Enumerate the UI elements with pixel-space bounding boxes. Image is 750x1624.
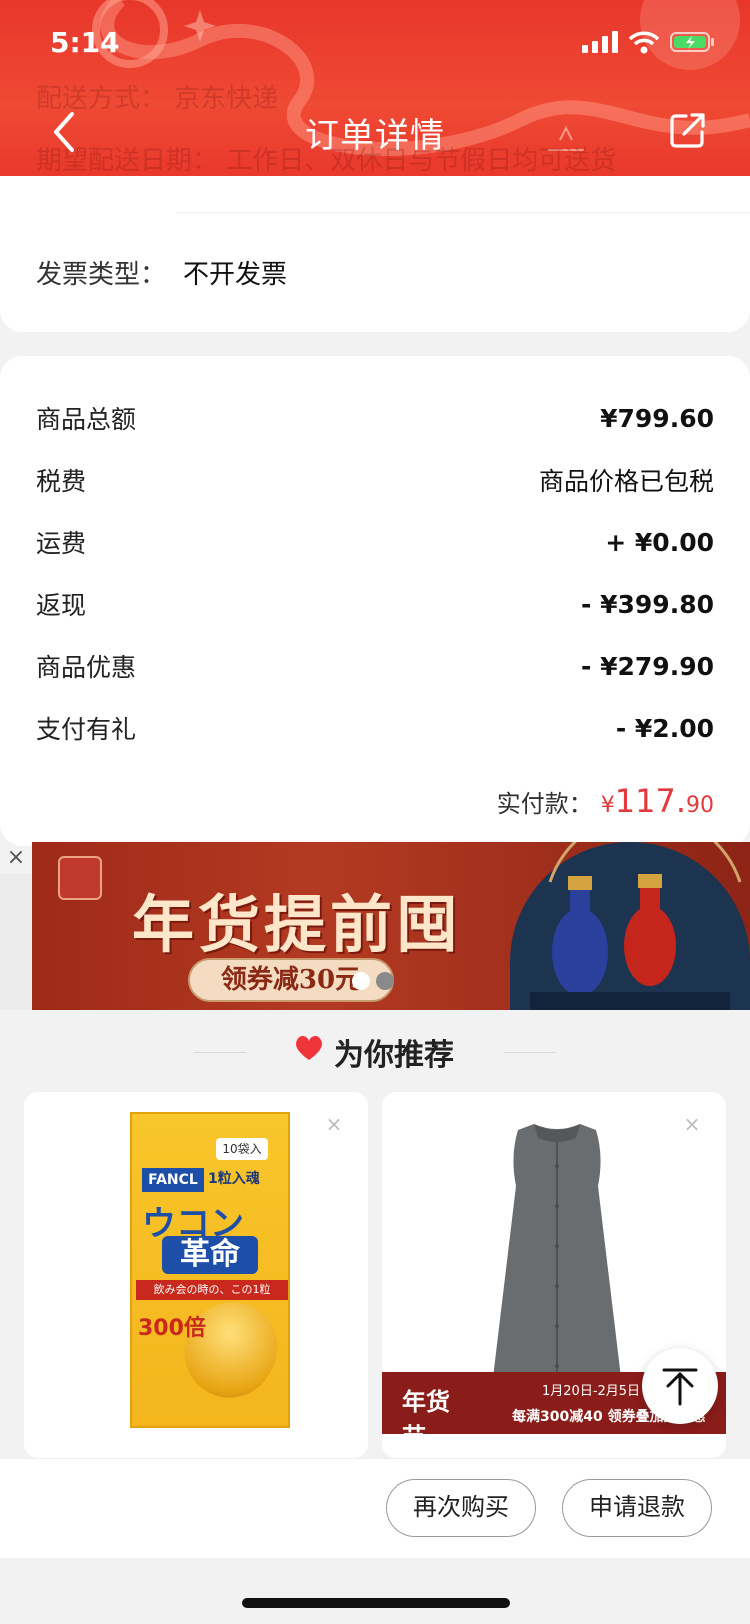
carousel-dot [376,972,394,990]
wifi-icon [628,31,660,54]
page-title: 订单详情 [305,116,445,156]
back-to-top-button[interactable] [642,1348,718,1424]
summary-row-discount: 商品优惠 - ¥279.90 [36,646,714,686]
summary-row-tax: 税费 商品价格已包税 [36,460,714,500]
promo-logo: 年货节 [402,1387,450,1451]
product-card[interactable]: × 10袋入 FANCL 1粒入魂 ウコン 革命 飲み会の時の、この1粒 300… [24,1092,368,1458]
summary-row-cashback: 返现 - ¥399.80 [36,584,714,624]
promo-date: 1月20日-2月5日 [542,1384,641,1399]
page-header: 配送方式： 京东快递 期望配送日期： 工作日、双休日与节假日均可送货 5:14 [0,0,750,176]
invoice-type-label: 发票类型： [36,260,167,290]
summary-label: 商品优惠 [36,653,137,682]
summary-value: ¥799.60 [600,403,714,433]
summary-row-payment-gift: 支付有礼 - ¥2.00 [36,708,714,748]
bottom-action-bar: 再次购买 申请退款 [0,1458,750,1558]
summary-label: 返现 [36,591,87,620]
festival-logo-icon [58,856,102,900]
total-integer: 117. [614,782,686,820]
summary-label: 运费 [36,529,87,558]
product-image [492,1124,622,1386]
package-strip: 飲み会の時の、この1粒 [136,1280,288,1300]
summary-value: 商品价格已包税 [538,467,714,496]
dismiss-icon[interactable]: × [680,1112,704,1136]
product-image: 10袋入 FANCL 1粒入魂 ウコン 革命 飲み会の時の、この1粒 300倍 [130,1112,294,1428]
rebuy-button[interactable]: 再次购买 [386,1479,536,1537]
summary-label: 商品总额 [36,405,137,434]
divider [176,212,750,213]
dismiss-icon[interactable]: × [322,1112,346,1136]
recommend-title: 为你推荐 [334,1038,454,1073]
carousel-dot-active [352,972,370,990]
banner-headline: 年货提前囤 [132,888,463,961]
banner-close-button[interactable]: × [0,842,32,874]
invoice-type-value: 不开发票 [183,260,288,290]
home-indicator-area [0,1558,750,1624]
status-icons [582,30,716,54]
divider [194,1052,246,1053]
brand-logo: FANCL [142,1168,204,1192]
summary-value: + ¥0.00 [605,527,714,557]
banner-left-strip [0,874,32,1010]
summary-label: 支付有礼 [36,715,137,744]
status-bar: 5:14 [0,0,750,88]
capsule-illustration [168,1286,294,1414]
divider [504,1052,556,1053]
share-icon[interactable] [668,110,708,150]
summary-row-subtotal: 商品总额 ¥799.60 [36,398,714,438]
arrow-up-icon [662,1368,698,1406]
refund-button[interactable]: 申请退款 [562,1479,712,1537]
new-year-banner[interactable]: 年货提前囤 领券减30元 [32,842,750,1010]
package-tag: 1粒入魂 [208,1171,260,1187]
total-label: 实付款： [496,790,593,818]
total-paid: 实付款： ¥ 117. 90 [497,782,714,820]
total-currency: ¥ [600,793,615,818]
total-decimal: 90 [686,793,714,818]
summary-label: 税费 [36,467,87,496]
package-badge: 10袋入 [216,1138,268,1160]
summary-row-shipping: 运费 + ¥0.00 [36,522,714,562]
carousel-indicator [352,972,394,990]
summary-value: - ¥279.90 [581,651,714,681]
heart-icon [296,1035,322,1060]
status-time: 5:14 [50,26,120,59]
summary-value: - ¥2.00 [615,713,714,743]
home-indicator[interactable] [242,1598,510,1608]
battery-icon [670,32,714,52]
signal-icon [582,31,618,53]
banner-bottles-illustration [510,842,750,1010]
summary-value: - ¥399.80 [581,589,714,619]
package-subtitle: 革命 [162,1236,258,1274]
package-multiplier: 300倍 [138,1316,206,1341]
